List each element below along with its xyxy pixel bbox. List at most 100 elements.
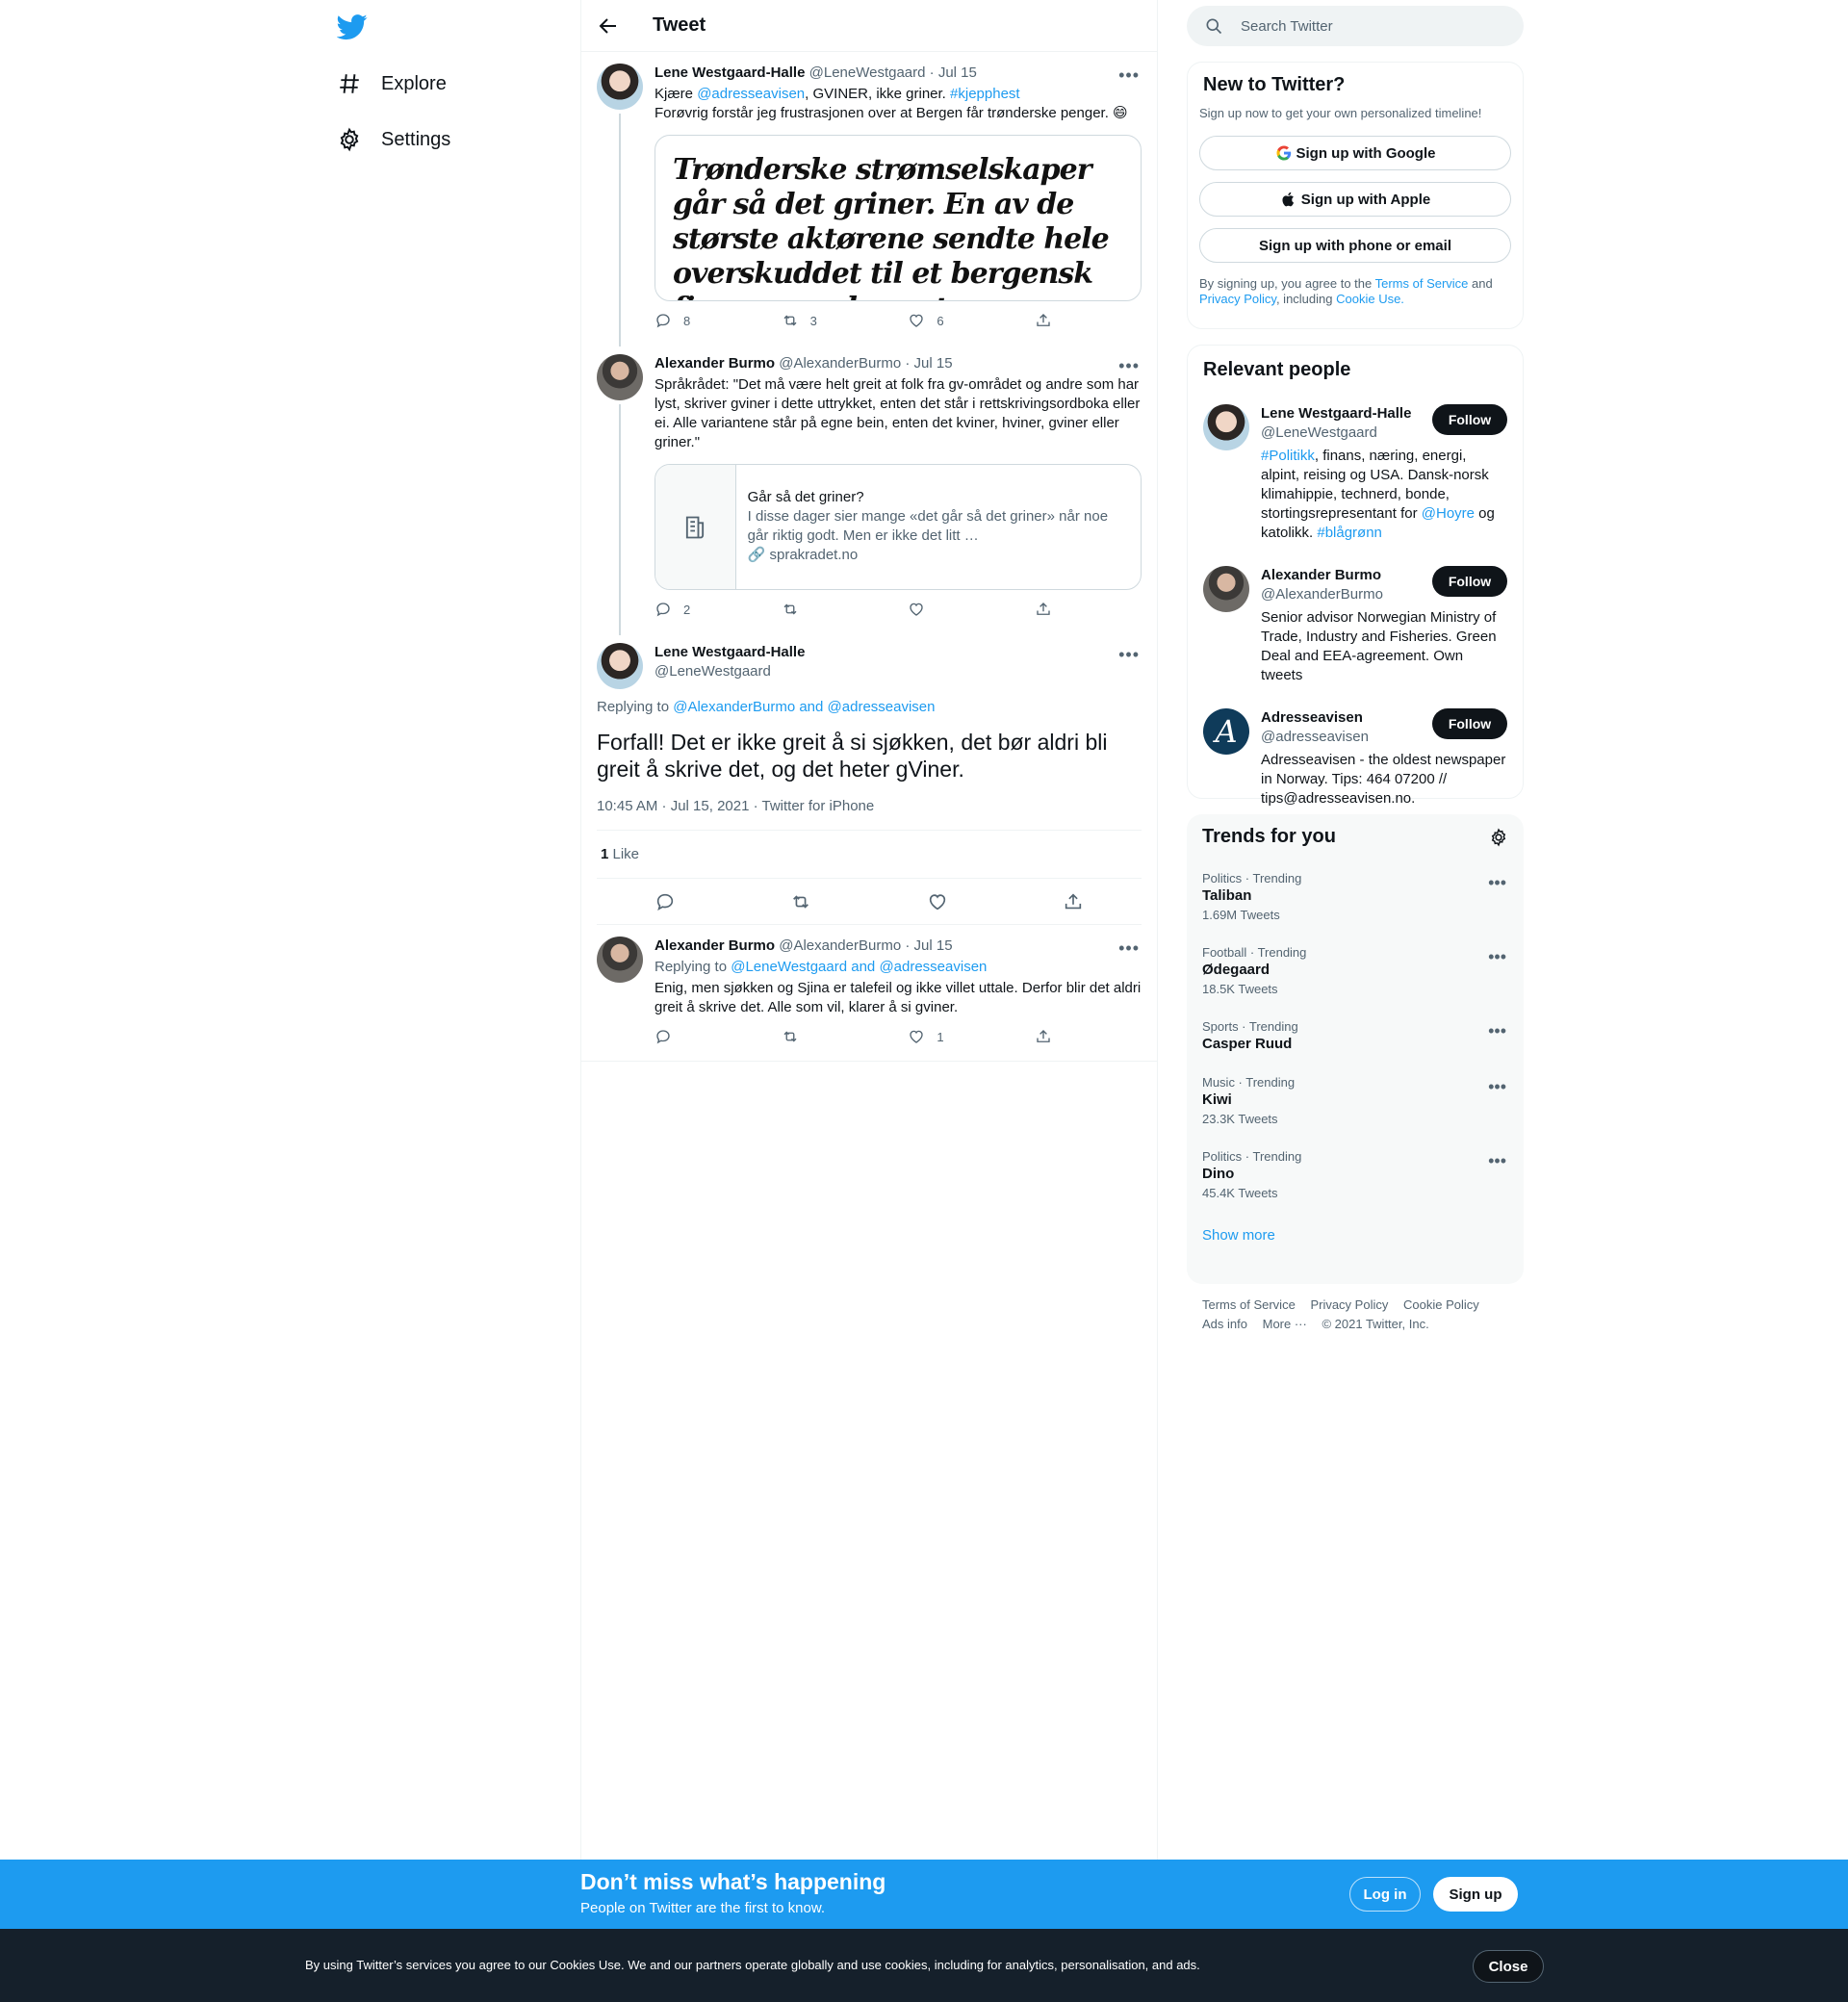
likes-count-row[interactable]: 1 Like [597, 831, 1142, 879]
thread-tweet-2[interactable]: ••• Alexander Burmo @AlexanderBurmo · Ju… [581, 343, 1157, 635]
tweet-image[interactable]: Trønderske strømselskaper går så det gri… [654, 135, 1142, 301]
share-icon[interactable] [1063, 891, 1084, 912]
tweet-timestamp[interactable]: 10:45 AM · Jul 15, 2021 · Twitter for iP… [597, 798, 1142, 831]
hashtag-link[interactable]: #Politikk [1261, 448, 1315, 464]
heart-icon[interactable] [927, 891, 948, 912]
like-button[interactable]: 6 [908, 312, 1035, 329]
retweet-button[interactable]: 3 [782, 312, 909, 329]
back-arrow-icon[interactable] [597, 14, 620, 38]
author-handle[interactable]: @AlexanderBurmo [779, 937, 901, 954]
reply-tweet[interactable]: ••• Alexander Burmo @AlexanderBurmo · Ju… [581, 925, 1157, 1062]
like-button[interactable] [908, 601, 1035, 618]
tweet-header: Alexander Burmo @AlexanderBurmo · Jul 15 [654, 937, 1142, 956]
follow-button[interactable]: Follow [1432, 566, 1507, 597]
retweet-button[interactable] [782, 601, 909, 618]
nav-settings-label: Settings [381, 128, 451, 150]
mention-link[interactable]: @Hoyre [1422, 505, 1475, 522]
reply-button[interactable]: 2 [654, 601, 782, 618]
reply-button[interactable]: 8 [654, 312, 782, 329]
avatar[interactable] [597, 64, 643, 110]
avatar[interactable] [597, 643, 643, 689]
more-options-icon[interactable]: ••• [1118, 356, 1140, 376]
more-options-icon[interactable]: ••• [1488, 1151, 1506, 1171]
author-handle[interactable]: @LeneWestgaard [809, 64, 926, 81]
gear-icon[interactable] [1489, 827, 1508, 847]
more-options-icon[interactable]: ••• [1118, 645, 1140, 665]
heart-icon [910, 1030, 924, 1043]
signup-terms: By signing up, you agree to the Terms of… [1188, 263, 1523, 324]
likes-label: Like [608, 846, 640, 862]
tweet-date[interactable]: · Jul 15 [905, 355, 952, 372]
follow-button[interactable]: Follow [1432, 404, 1507, 435]
link-card[interactable]: Går så det griner? I disse dager sier ma… [654, 464, 1142, 590]
footer-link[interactable]: Terms of Service [1202, 1297, 1296, 1312]
retweet-icon[interactable] [790, 891, 811, 912]
avatar[interactable] [597, 354, 643, 400]
author-name[interactable]: Lene Westgaard-Halle [654, 643, 1142, 662]
more-options-icon[interactable]: ••• [1488, 873, 1506, 893]
hashtag-link[interactable]: #blågrønn [1317, 525, 1382, 541]
nav-settings[interactable]: Settings [337, 120, 450, 159]
more-options-icon[interactable]: ••• [1118, 938, 1140, 959]
share-button[interactable] [1035, 601, 1064, 618]
like-button[interactable]: 1 [908, 1028, 1035, 1045]
signup-button[interactable]: Sign up [1433, 1877, 1518, 1912]
author-handle[interactable]: @LeneWestgaard [654, 662, 1142, 681]
privacy-policy-link[interactable]: Privacy Policy [1199, 292, 1276, 306]
tweet-text: Språkrådet: "Det må være helt greit at f… [654, 376, 1141, 450]
show-more-link[interactable]: Show more [1187, 1212, 1524, 1259]
terms-text: and [1468, 276, 1493, 291]
more-options-icon[interactable]: ••• [1488, 1021, 1506, 1041]
cookie-use-link[interactable]: Cookie Use. [1336, 292, 1404, 306]
trend-item[interactable]: Politics · Trending Taliban 1.69M Tweets… [1187, 860, 1524, 934]
search-input[interactable]: Search Twitter [1241, 18, 1333, 35]
hashtag-link[interactable]: #kjepphest [950, 86, 1020, 102]
tweet-date[interactable]: · Jul 15 [905, 937, 952, 954]
trend-item[interactable]: Music · Trending Kiwi 23.3K Tweets ••• [1187, 1064, 1524, 1138]
footer-link[interactable]: Privacy Policy [1310, 1297, 1388, 1312]
search-box[interactable]: Search Twitter [1187, 6, 1524, 46]
avatar[interactable] [1203, 404, 1249, 450]
terms-of-service-link[interactable]: Terms of Service [1375, 276, 1469, 291]
footer-link[interactable]: Ads info [1202, 1317, 1247, 1331]
signup-phone-button[interactable]: Sign up with phone or email [1199, 228, 1511, 263]
twitter-logo-icon[interactable] [337, 12, 368, 42]
avatar[interactable] [597, 937, 643, 983]
author-name[interactable]: Alexander Burmo [654, 937, 775, 954]
author-name[interactable]: Alexander Burmo [654, 355, 775, 372]
more-options-icon[interactable]: ••• [1488, 1077, 1506, 1097]
close-button[interactable]: Close [1473, 1950, 1544, 1983]
tweet-text: Kjære @adresseavisen, GVINER, ikke grine… [654, 85, 1142, 123]
mention-link[interactable]: @adresseavisen [697, 86, 805, 102]
author-name[interactable]: Lene Westgaard-Halle [654, 64, 805, 81]
signup-google-button[interactable]: Sign up with Google [1199, 136, 1511, 170]
footer-link[interactable]: Cookie Policy [1403, 1297, 1479, 1312]
trend-name: Taliban [1202, 887, 1252, 904]
trend-item[interactable]: Sports · Trending Casper Ruud ••• [1187, 1008, 1524, 1064]
tweet-date[interactable]: · Jul 15 [930, 64, 977, 81]
person-card[interactable]: A Adresseavisen @adresseavisen Adresseav… [1188, 697, 1523, 820]
login-button[interactable]: Log in [1349, 1877, 1421, 1912]
share-button[interactable] [1035, 312, 1064, 329]
thread-tweet-1[interactable]: ••• Lene Westgaard-Halle @LeneWestgaard … [581, 52, 1157, 346]
avatar[interactable] [1203, 566, 1249, 612]
signup-apple-button[interactable]: Sign up with Apple [1199, 182, 1511, 217]
trend-item[interactable]: Politics · Trending Dino 45.4K Tweets ••… [1187, 1138, 1524, 1212]
more-options-icon[interactable]: ••• [1488, 947, 1506, 967]
follow-button[interactable]: Follow [1432, 708, 1507, 739]
retweet-button[interactable] [782, 1028, 909, 1045]
author-handle[interactable]: @AlexanderBurmo [779, 355, 901, 372]
thread-line [619, 114, 621, 346]
share-button[interactable] [1035, 1028, 1064, 1045]
replying-mentions[interactable]: @LeneWestgaard and @adresseavisen [731, 959, 987, 975]
replying-mentions[interactable]: @AlexanderBurmo and @adresseavisen [673, 699, 935, 715]
person-card[interactable]: Lene Westgaard-Halle @LeneWestgaard #Pol… [1188, 393, 1523, 554]
footer-link[interactable]: More ··· [1263, 1317, 1307, 1331]
reply-icon[interactable] [654, 891, 676, 912]
nav-explore[interactable]: Explore [337, 64, 447, 103]
trend-item[interactable]: Football · Trending Ødegaard 18.5K Tweet… [1187, 934, 1524, 1008]
reply-button[interactable] [654, 1028, 782, 1045]
person-card[interactable]: Alexander Burmo @AlexanderBurmo Senior a… [1188, 554, 1523, 697]
more-options-icon[interactable]: ••• [1118, 65, 1140, 86]
adresseavisen-logo-avatar[interactable]: A [1203, 708, 1249, 755]
